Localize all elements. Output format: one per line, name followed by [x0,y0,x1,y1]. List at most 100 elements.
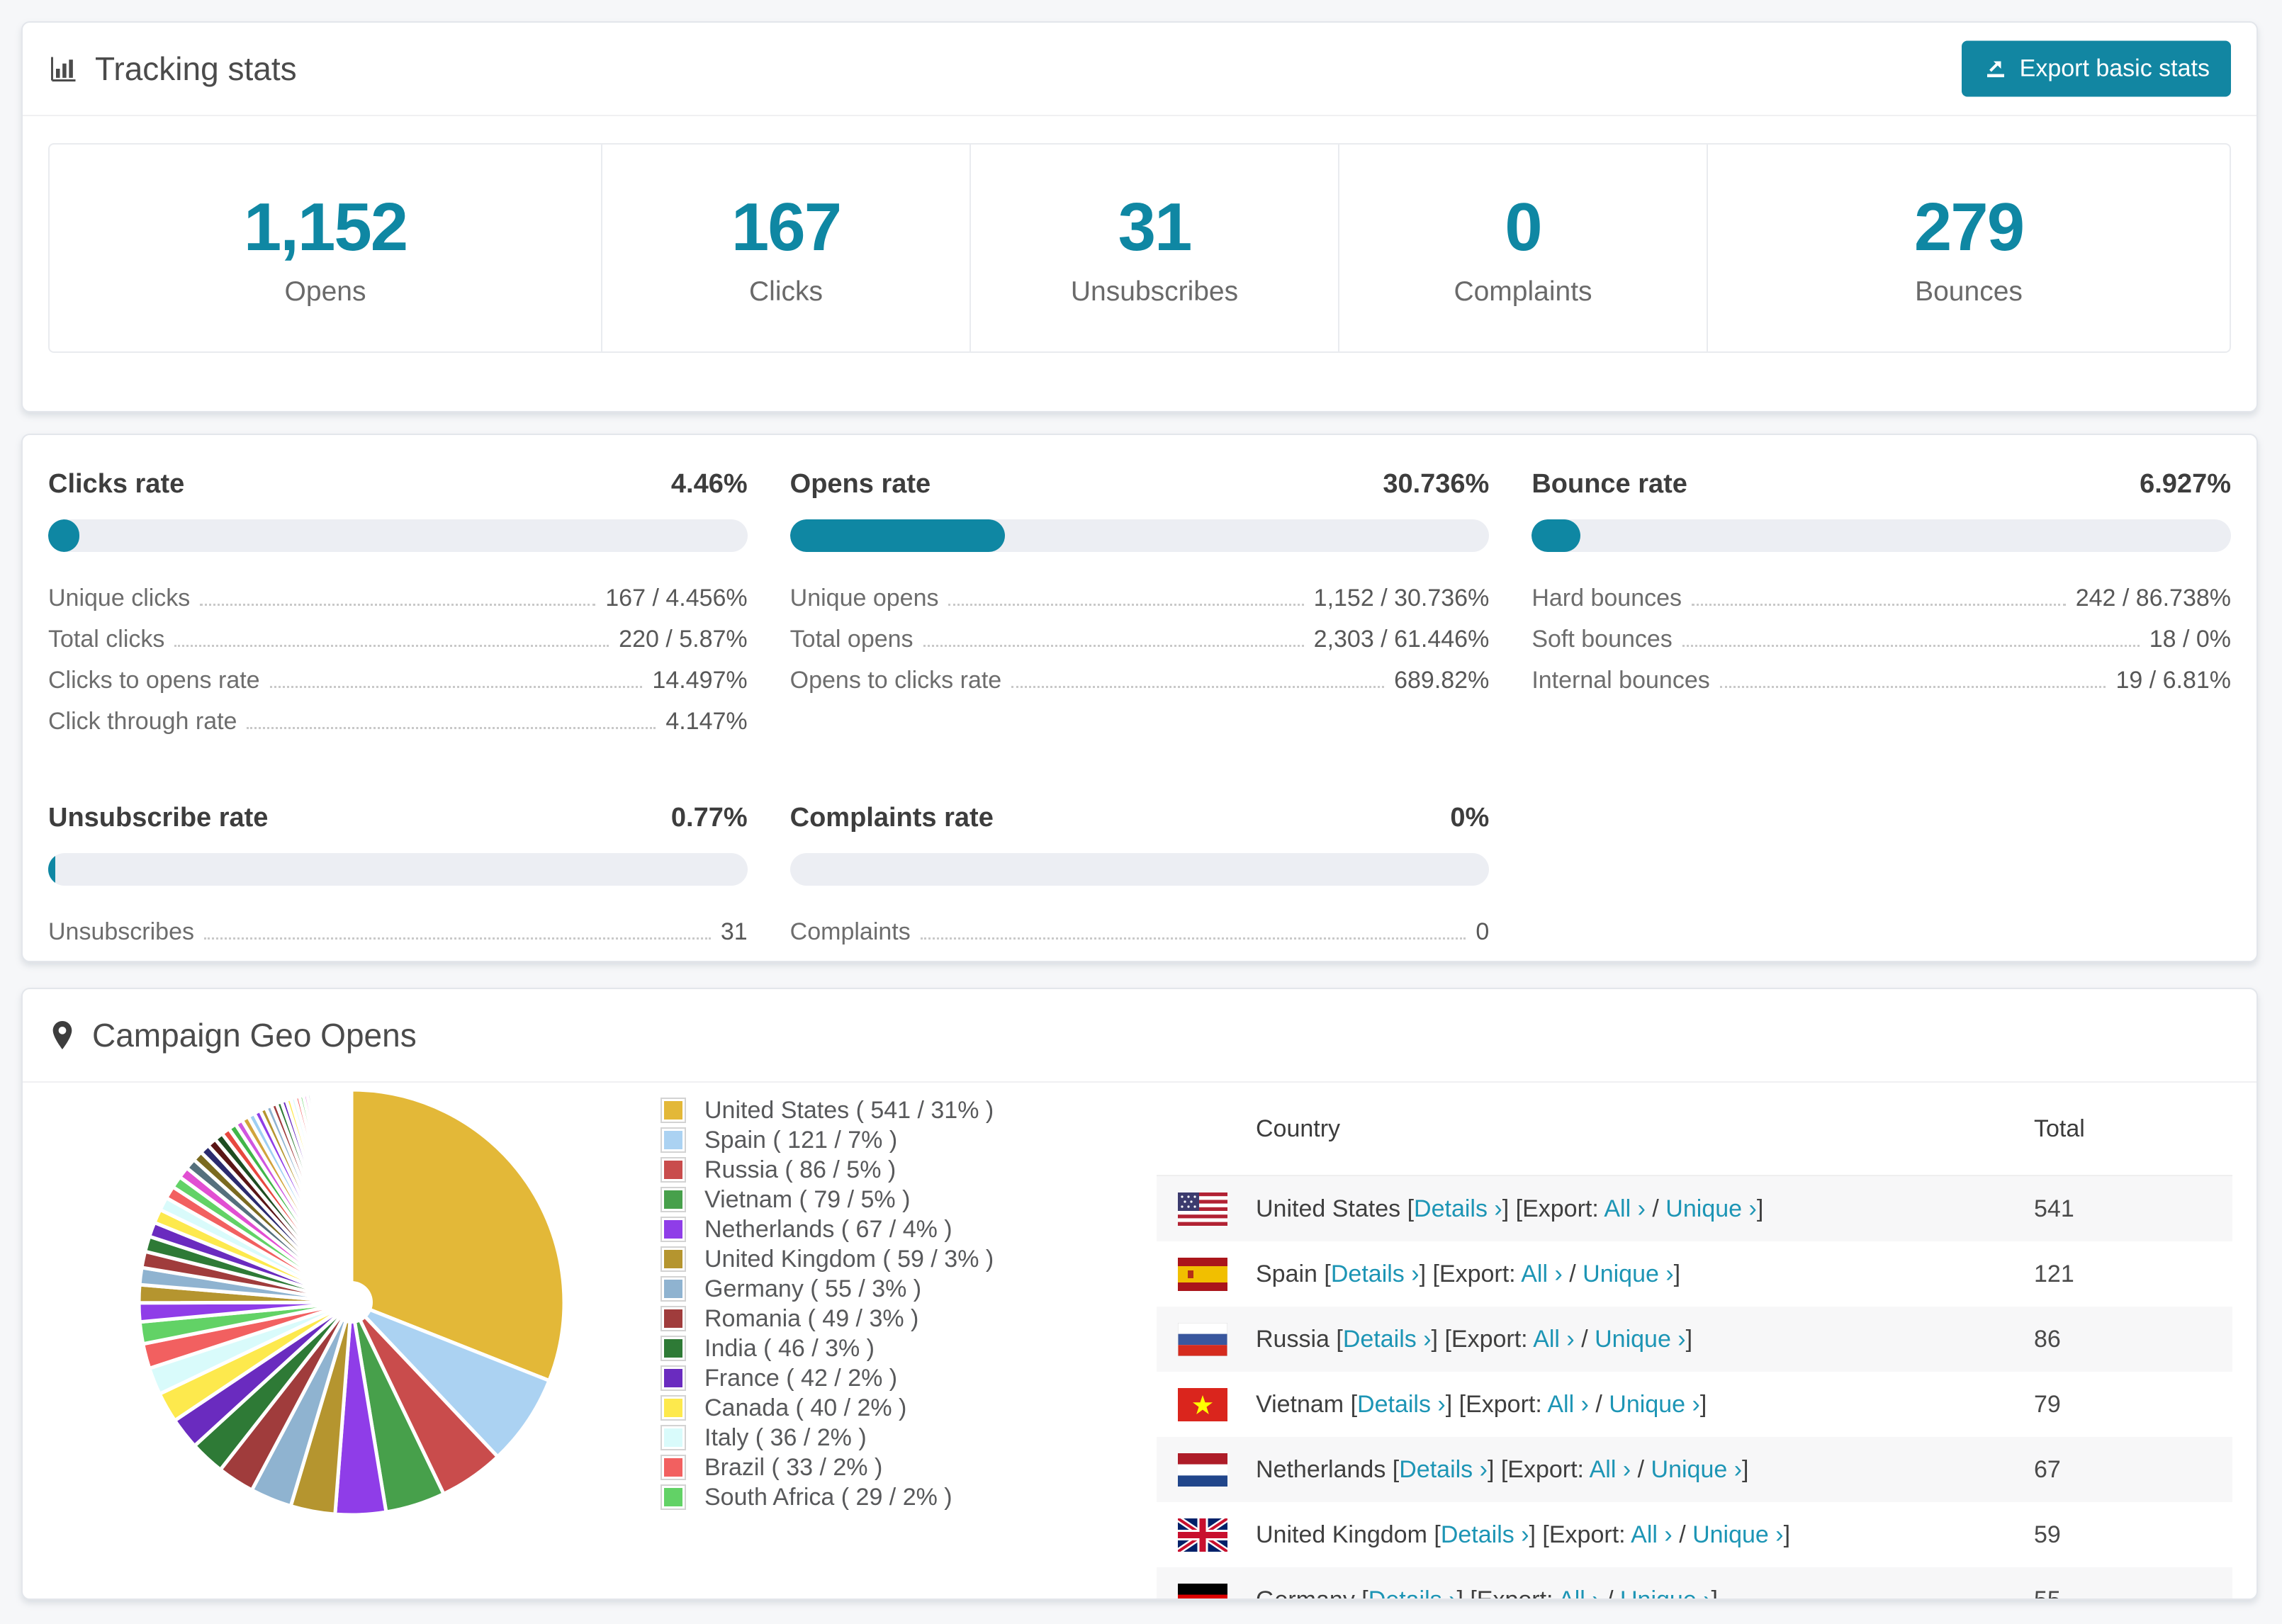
legend-label: Spain ( 121 / 7% ) [704,1126,898,1154]
legend-label: United Kingdom ( 59 / 3% ) [704,1245,994,1273]
details-link[interactable]: Details › [1441,1521,1529,1548]
dotted-leader [200,604,596,606]
export-all-link[interactable]: All › [1521,1261,1563,1287]
legend-item: France ( 42 / 2% ) [661,1365,994,1392]
country-name: Russia [1256,1325,1330,1353]
rate-progress-fill [1531,519,1580,552]
legend-item: Italy ( 36 / 2% ) [661,1423,994,1451]
summary-stats-box: 1,152 Opens 167 Clicks 31 Unsubscribes 0… [48,143,2231,353]
rate-stat-row: Complaints 0 [790,918,1490,945]
rate-progress-fill [48,853,55,886]
country-total: 59 [2034,1521,2061,1548]
export-unique-link[interactable]: Unique › [1692,1521,1784,1548]
geo-table-row: United Kingdom [Details ›] [Export: All … [1157,1502,2232,1567]
details-link[interactable]: Details › [1368,1586,1457,1599]
dotted-leader [1692,604,2066,606]
legend-label: Brazil ( 33 / 2% ) [704,1453,883,1481]
legend-item: Brazil ( 33 / 2% ) [661,1453,994,1481]
export-all-link[interactable]: All › [1604,1195,1646,1222]
legend-label: Romania ( 49 / 3% ) [704,1304,919,1332]
geo-pie-chart[interactable] [132,1083,571,1522]
bar-chart-icon [48,53,79,84]
rate-title: Clicks rate [48,469,185,499]
rate-value: 4.46% [670,469,748,499]
summary-stat-cell: 279 Bounces [1708,145,2230,351]
rate-stat-row: Unsubscribes 31 [48,918,748,945]
dotted-leader [174,645,609,647]
export-all-link[interactable]: All › [1558,1586,1600,1599]
country-total: 541 [2034,1195,2074,1222]
summary-stat-cell: 31 Unsubscribes [971,145,1339,351]
rate-progress-fill [789,519,1005,552]
export-unique-link[interactable]: Unique › [1595,1326,1686,1353]
legend-item: India ( 46 / 3% ) [661,1335,994,1362]
rates-card: Clicks rate 4.46% Unique clicks 167 / 4.… [21,434,2258,962]
dotted-leader [269,686,643,688]
rate-progress-bar [48,519,748,552]
rate-stat-value: 4.147% [665,708,748,735]
legend-item: South Africa ( 29 / 2% ) [661,1483,994,1511]
stat-value: 1,152 [243,189,408,265]
export-icon [1983,53,2008,85]
rate-title: Complaints rate [789,803,994,833]
stat-value: 0 [1505,189,1542,265]
country-name: Vietnam [1256,1390,1344,1418]
geo-content: United States ( 541 / 31% ) Spain ( 121 … [23,1083,2256,1600]
country-name: Spain [1256,1260,1317,1287]
rate-stat-value: 0 [1476,918,1490,945]
rate-stat-value: 31 [720,918,748,945]
rate-stat-label: Clicks to opens rate [48,667,260,694]
geo-table-header-row: Country Total [1157,1083,2232,1176]
country-total: 55 [2034,1586,2061,1600]
rate-stat-label: Complaints [789,918,911,945]
details-link[interactable]: Details › [1414,1195,1502,1222]
country-flag-icon [1178,1322,1227,1356]
export-unique-link[interactable]: Unique › [1651,1456,1743,1483]
tracking-stats-header: Tracking stats Export basic stats [23,23,2256,116]
rate-stat-value: 167 / 4.456% [605,585,748,611]
rate-stat-row: Hard bounces 242 / 86.738% [1531,585,2231,611]
rate-stat-row: Click through rate 4.147% [48,708,748,735]
export-all-link[interactable]: All › [1547,1391,1589,1418]
export-all-link[interactable]: All › [1533,1326,1575,1353]
rate-stat-row: Unique opens 1,152 / 30.736% [789,585,1490,611]
export-basic-stats-button[interactable]: Export basic stats [1961,40,2231,97]
map-pin-icon [48,1020,77,1051]
stat-value: 31 [1118,189,1193,265]
details-link[interactable]: Details › [1399,1456,1488,1483]
country-name: United States [1256,1195,1401,1222]
rate-stat-label: Unique clicks [48,585,191,611]
export-unique-link[interactable]: Unique › [1620,1586,1712,1599]
rate-stat-label: Unique opens [789,585,939,611]
rate-stat-row: Total opens 2,303 / 61.446% [790,626,1490,653]
export-unique-link[interactable]: Unique › [1609,1391,1700,1418]
legend-label: Vietnam ( 79 / 5% ) [704,1185,911,1213]
rate-stat-row: Total clicks 220 / 5.87% [48,626,748,653]
legend-swatch [661,1157,686,1183]
legend-item: United Kingdom ( 59 / 3% ) [661,1245,994,1273]
rates-grid: Clicks rate 4.46% Unique clicks 167 / 4.… [23,435,2256,959]
geo-legend: United States ( 541 / 31% ) Spain ( 121 … [661,1097,994,1515]
legend-item: Spain ( 121 / 7% ) [661,1126,994,1154]
legend-swatch [661,1098,686,1123]
dotted-leader [923,645,1304,647]
country-flag-icon [1178,1192,1227,1226]
details-link[interactable]: Details › [1331,1261,1420,1287]
legend-label: South Africa ( 29 / 2% ) [704,1483,952,1511]
details-link[interactable]: Details › [1343,1326,1432,1353]
export-all-link[interactable]: All › [1631,1521,1673,1548]
legend-swatch [661,1365,686,1391]
export-unique-link[interactable]: Unique › [1665,1195,1757,1222]
legend-item: Vietnam ( 79 / 5% ) [661,1185,994,1213]
legend-label: Italy ( 36 / 2% ) [704,1423,867,1451]
details-link[interactable]: Details › [1357,1391,1446,1418]
rate-stat-value: 2,303 / 61.446% [1313,626,1490,653]
rate-stat-label: Click through rate [48,708,237,735]
geo-header: Campaign Geo Opens [23,989,2256,1083]
export-all-link[interactable]: All › [1590,1456,1631,1483]
rate-stat-value: 1,152 / 30.736% [1313,585,1490,611]
rate-stat-label: Opens to clicks rate [789,667,1002,694]
rate-stat-label: Internal bounces [1531,667,1710,694]
geo-table-row: Germany [Details ›] [Export: All › / Uni… [1157,1567,2232,1600]
export-unique-link[interactable]: Unique › [1583,1261,1674,1287]
